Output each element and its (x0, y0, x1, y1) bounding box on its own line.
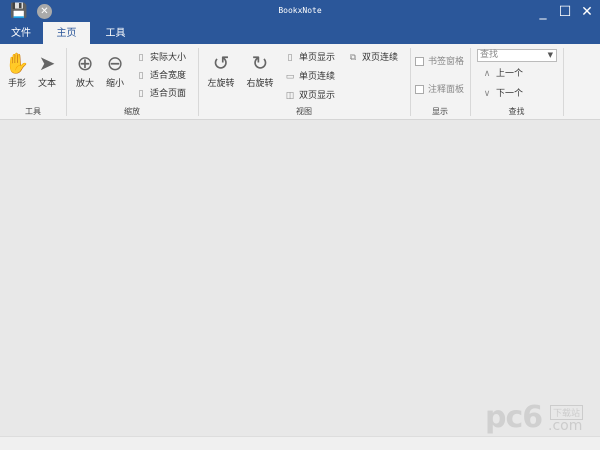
fit-page-button[interactable]: ▯ 适合页面 (135, 86, 187, 102)
group-label-view: 视图 (296, 107, 312, 116)
single-continuous-icon: ▭ (285, 72, 295, 82)
status-bar (0, 436, 600, 450)
tab-home[interactable]: 主页 (43, 22, 90, 44)
hand-icon: ✋ (4, 51, 30, 75)
close-button[interactable]: ✕ (577, 2, 597, 22)
window-title: BookxNote (278, 6, 322, 15)
double-page-button[interactable]: ◫ 双页显示 (284, 88, 335, 104)
double-continuous-button[interactable]: ⧉ 双页连续 (347, 50, 398, 66)
zoom-in-button[interactable]: ⊕ 放大 (70, 50, 100, 89)
maximize-button[interactable]: ☐ (555, 2, 575, 22)
ribbon: ✋ 手形 ➤ 文本 工具 ⊕ 放大 ⊖ 缩小 ▯ 实际大小 ▯ 适合宽度 ▯ 适合页面 缩放 … (0, 44, 600, 120)
double-continuous-icon: ⧉ (349, 53, 357, 63)
zoom-out-icon: ⊖ (106, 51, 124, 75)
hand-tool-button[interactable]: ✋ 手形 (2, 50, 32, 89)
checkbox-icon (415, 57, 424, 66)
single-continuous-button[interactable]: ▭ 单页连续 (284, 69, 335, 85)
watermark-domain: .com (548, 418, 583, 434)
tab-file[interactable]: 文件 (0, 22, 42, 44)
fit-width-icon: ▯ (138, 71, 144, 81)
annotation-panel-checkbox[interactable]: 注释面板 (415, 82, 464, 98)
group-label-zoom: 缩放 (124, 107, 140, 116)
page-icon: ▯ (138, 53, 144, 63)
single-page-icon: ▯ (287, 53, 293, 63)
checkbox-icon (415, 85, 424, 94)
rotate-left-button[interactable]: ↺ 左旋转 (205, 50, 237, 89)
text-tool-button[interactable]: ➤ 文本 (32, 50, 62, 89)
group-label-find: 查找 (508, 107, 525, 116)
double-page-icon: ◫ (285, 91, 295, 101)
chevron-up-icon: ∧ (483, 69, 491, 79)
cursor-arrow-icon: ➤ (38, 51, 56, 75)
zoom-in-icon: ⊕ (76, 51, 94, 75)
group-label-show: 显示 (432, 107, 448, 116)
chevron-down-icon[interactable]: ▼ (548, 50, 553, 61)
zoom-out-button[interactable]: ⊖ 缩小 (100, 50, 130, 89)
search-combobox[interactable]: 查找 ▼ (477, 49, 557, 62)
watermark-logo: pc6 (485, 400, 543, 435)
document-area[interactable] (0, 121, 600, 436)
fit-page-icon: ▯ (138, 89, 144, 99)
rotate-right-button[interactable]: ↻ 右旋转 (244, 50, 276, 89)
tab-tools[interactable]: 工具 (92, 22, 139, 44)
group-label-tools: 工具 (25, 107, 41, 116)
single-page-button[interactable]: ▯ 单页显示 (284, 50, 336, 66)
rotate-left-icon: ↺ (212, 51, 230, 75)
find-next-button[interactable]: ∨ 下一个 (481, 86, 523, 102)
minimize-button[interactable]: _ (533, 2, 553, 22)
find-prev-button[interactable]: ∧ 上一个 (481, 66, 523, 82)
bookmark-pane-checkbox[interactable]: 书签窗格 (415, 54, 464, 70)
divider (563, 48, 564, 116)
actual-size-button[interactable]: ▯ 实际大小 (135, 50, 187, 66)
fit-width-button[interactable]: ▯ 适合宽度 (135, 68, 187, 84)
chevron-down-icon: ∨ (483, 89, 491, 99)
rotate-right-icon: ↻ (251, 51, 269, 75)
title-bar: 💾 ✕ BookxNote _ ☐ ✕ 文件 主页 工具 (0, 0, 600, 44)
